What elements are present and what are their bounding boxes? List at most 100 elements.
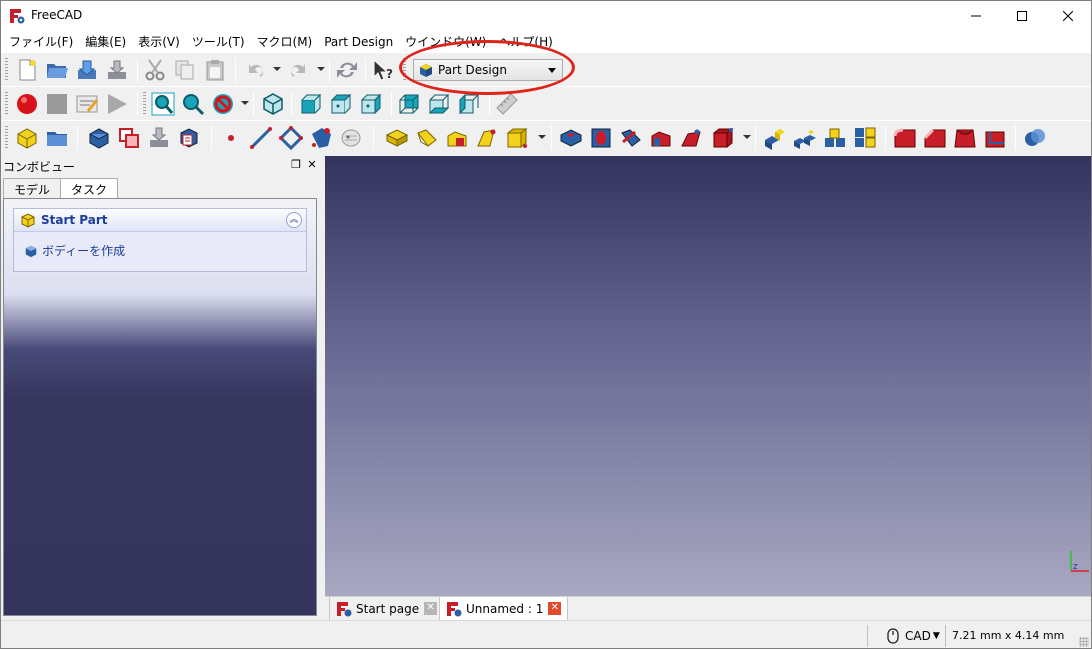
view-right-icon[interactable] (359, 92, 383, 116)
pad-icon[interactable] (385, 126, 409, 150)
minimize-button[interactable] (953, 1, 999, 31)
menu-edit[interactable]: 編集(E) (79, 33, 132, 50)
view-dimensions: 7.21 mm x 4.14 mm (952, 629, 1065, 642)
polar-pattern-icon[interactable] (823, 126, 847, 150)
view-front-icon[interactable] (299, 92, 323, 116)
refresh-icon[interactable] (335, 58, 359, 82)
redo-icon[interactable] (287, 58, 311, 82)
view-left-icon[interactable] (457, 92, 481, 116)
undo-icon[interactable] (243, 58, 267, 82)
view-rear-icon[interactable] (397, 92, 421, 116)
subtractive-primitive-icon[interactable] (711, 126, 735, 150)
additive-pipe-icon[interactable] (475, 126, 499, 150)
linear-pattern-icon[interactable] (793, 126, 817, 150)
clone-icon[interactable] (117, 126, 141, 150)
fit-selection-icon[interactable] (181, 92, 205, 116)
title-bar: FreeCAD (1, 1, 1091, 31)
record-macro-icon[interactable] (15, 92, 39, 116)
tab-start-page-label: Start page (356, 601, 420, 616)
document-tabs: Start page ✕ Unnamed : 1 ✕ (325, 596, 1091, 621)
stop-macro-icon[interactable] (45, 92, 69, 116)
draw-style-icon[interactable] (211, 92, 235, 116)
menu-view[interactable]: 表示(V) (132, 33, 186, 50)
menu-part-design[interactable]: Part Design (318, 35, 399, 49)
new-document-icon[interactable] (15, 58, 39, 82)
tab-unnamed[interactable]: Unnamed : 1 ✕ (439, 597, 569, 621)
additive-primitive-icon[interactable] (505, 126, 529, 150)
additive-primitive-dropdown-icon[interactable] (538, 135, 546, 139)
toolbar-part-design (1, 120, 1091, 154)
import-icon[interactable] (147, 126, 171, 150)
whats-this-icon[interactable]: ? (371, 58, 395, 82)
shape-binder-gray-icon[interactable] (339, 126, 363, 150)
menu-file[interactable]: ファイル(F) (3, 33, 79, 50)
workbench-dropdown-icon (548, 68, 556, 73)
navigation-style-selector[interactable]: CAD ▼ (887, 628, 940, 644)
close-tab-icon[interactable]: ✕ (548, 602, 562, 615)
paste-icon[interactable] (203, 58, 227, 82)
redo-dropdown-icon[interactable] (317, 67, 325, 71)
close-button[interactable] (1045, 1, 1091, 31)
menu-help[interactable]: ヘルプ(H) (492, 33, 558, 50)
resize-grip-icon[interactable] (1079, 637, 1089, 647)
toolbar-file: ? Part Design (1, 52, 1091, 86)
revolution-icon[interactable] (415, 126, 439, 150)
sub-shape-binder-icon[interactable] (177, 126, 201, 150)
workbench-selector[interactable]: Part Design (413, 59, 563, 81)
status-bar: CAD ▼ 7.21 mm x 4.14 mm (1, 620, 1091, 648)
close-panel-icon[interactable]: ✕ (305, 158, 319, 172)
datum-plane-icon[interactable] (279, 126, 303, 150)
view-top-icon[interactable] (329, 92, 353, 116)
maximize-button[interactable] (999, 1, 1045, 31)
view-bottom-icon[interactable] (427, 92, 451, 116)
pocket-icon[interactable] (559, 126, 583, 150)
hole-icon[interactable] (589, 126, 613, 150)
float-panel-icon[interactable]: ❐ (289, 158, 303, 172)
measure-distance-icon[interactable] (495, 92, 519, 116)
thickness-icon[interactable] (983, 126, 1007, 150)
menu-tools[interactable]: ツール(T) (186, 33, 251, 50)
subtractive-pipe-icon[interactable] (679, 126, 703, 150)
close-tab-icon[interactable]: ✕ (424, 602, 438, 615)
boolean-icon[interactable] (1023, 126, 1047, 150)
datum-line-icon[interactable] (249, 126, 273, 150)
execute-macro-icon[interactable] (105, 92, 129, 116)
chamfer-icon[interactable] (923, 126, 947, 150)
additive-loft-icon[interactable] (445, 126, 469, 150)
create-body-icon[interactable] (15, 126, 39, 150)
combo-view-tabs: モデル タスク (3, 178, 119, 198)
local-coordinate-system-icon[interactable] (309, 126, 333, 150)
collapse-chevron-icon[interactable]: ︽ (286, 212, 302, 228)
workbench-selected-label: Part Design (438, 63, 507, 77)
menu-window[interactable]: ウインドウ(W) (399, 33, 492, 50)
create-body-label: ボディーを作成 (42, 244, 126, 258)
save-as-icon[interactable] (105, 58, 129, 82)
draft-icon[interactable] (953, 126, 977, 150)
open-folder-icon[interactable] (45, 58, 69, 82)
subtractive-primitive-dropdown-icon[interactable] (743, 135, 751, 139)
copy-icon[interactable] (173, 58, 197, 82)
create-body-link[interactable]: ボディーを作成 (24, 242, 125, 259)
draw-style-dropdown-icon[interactable] (241, 101, 249, 105)
minimize-icon (971, 15, 981, 17)
groove-icon[interactable] (619, 126, 643, 150)
undo-dropdown-icon[interactable] (273, 67, 281, 71)
subtractive-loft-icon[interactable] (649, 126, 673, 150)
menu-macro[interactable]: マクロ(M) (251, 33, 319, 50)
3d-view[interactable] (325, 156, 1091, 596)
create-part-icon[interactable] (45, 126, 69, 150)
tab-start-page[interactable]: Start page ✕ (329, 597, 445, 621)
fit-all-icon[interactable] (151, 92, 175, 116)
edit-macro-icon[interactable] (75, 92, 99, 116)
multitransform-icon[interactable] (853, 126, 877, 150)
navigation-style-label: CAD (905, 629, 931, 643)
fillet-icon[interactable] (893, 126, 917, 150)
cut-icon[interactable] (143, 58, 167, 82)
save-icon[interactable] (75, 58, 99, 82)
view-isometric-icon[interactable] (261, 92, 285, 116)
datum-point-icon[interactable] (219, 126, 243, 150)
tab-tasks[interactable]: タスク (60, 178, 119, 198)
mirrored-icon[interactable] (763, 126, 787, 150)
shape-binder-icon[interactable] (87, 126, 111, 150)
tab-model[interactable]: モデル (3, 178, 62, 198)
